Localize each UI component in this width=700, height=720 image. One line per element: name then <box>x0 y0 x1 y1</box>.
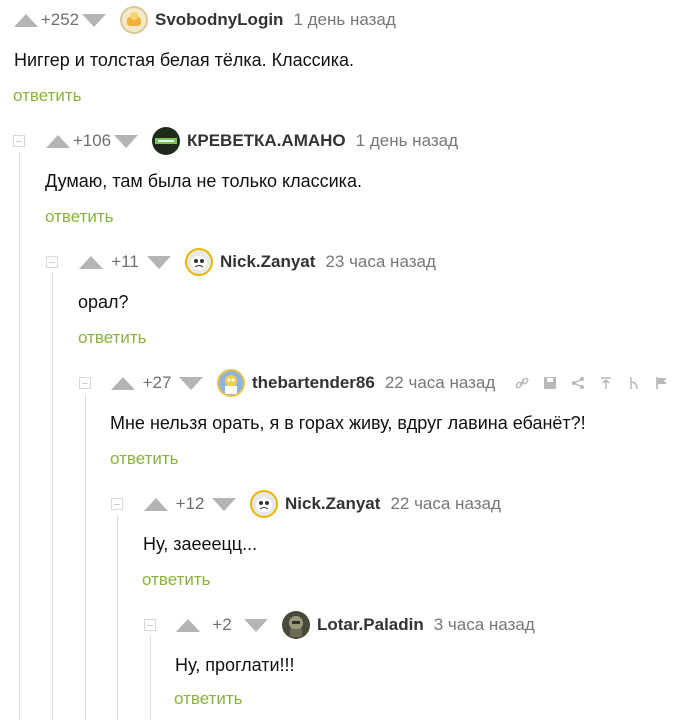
upvote-icon[interactable] <box>14 13 38 27</box>
collapse-toggle-icon[interactable] <box>46 256 58 268</box>
comment-text: орал? <box>78 292 129 312</box>
comment-rating: +27 <box>142 373 172 392</box>
comment-time[interactable]: 22 часа назад <box>390 494 500 514</box>
reply-link[interactable]: ответить <box>13 86 82 106</box>
comment-time[interactable]: 1 день назад <box>356 131 458 151</box>
collapse-toggle-icon[interactable] <box>111 498 123 510</box>
comment-rating: +11 <box>111 252 139 271</box>
thread-line[interactable] <box>85 394 86 720</box>
avatar[interactable] <box>120 6 148 34</box>
collapse-toggle-icon[interactable] <box>144 619 156 631</box>
downvote-icon[interactable] <box>244 618 268 632</box>
thread-line[interactable] <box>117 515 118 720</box>
thread-line[interactable] <box>150 636 151 720</box>
comment-rating: +252 <box>40 10 80 29</box>
comment-header: +252 SvobodnyLogin 1 день назад <box>14 0 396 40</box>
comment-header: +106 КРЕВЕТКА.АМАНО 1 день назад <box>46 121 458 161</box>
reply-link[interactable]: ответить <box>78 328 147 348</box>
reply-link[interactable]: ответить <box>142 570 211 590</box>
upvote-icon[interactable] <box>111 376 135 390</box>
report-flag-icon[interactable] <box>655 376 669 390</box>
reply-link[interactable]: ответить <box>174 689 243 709</box>
upvote-icon[interactable] <box>46 134 70 148</box>
author-name[interactable]: Nick.Zanyat <box>285 494 380 514</box>
comment-header: +2 Lotar.Paladin 3 часа назад <box>176 605 535 645</box>
comment-header: +12 Nick.Zanyat 22 часа назад <box>144 484 501 524</box>
downvote-icon[interactable] <box>212 497 236 511</box>
comment-time[interactable]: 22 часа назад <box>385 373 495 393</box>
avatar[interactable] <box>250 490 278 518</box>
comment-rating: +106 <box>72 131 112 150</box>
avatar-image <box>155 138 177 144</box>
reply-link[interactable]: ответить <box>45 207 114 227</box>
comment-tools <box>515 376 669 390</box>
collapse-toggle-icon[interactable] <box>79 377 91 389</box>
comment-text: Мне нельзя орать, я в горах живу, вдруг … <box>110 413 586 433</box>
parent-comment-icon[interactable] <box>599 376 613 390</box>
author-name[interactable]: Nick.Zanyat <box>220 252 315 272</box>
comment-time[interactable]: 23 часа назад <box>325 252 435 272</box>
upvote-icon[interactable] <box>176 618 200 632</box>
upvote-icon[interactable] <box>79 255 103 269</box>
comment-time[interactable]: 3 часа назад <box>434 615 535 635</box>
avatar-image <box>225 375 237 394</box>
comment-rating: +2 <box>212 615 232 634</box>
avatar[interactable] <box>152 127 180 155</box>
avatar-image <box>127 12 141 26</box>
avatar[interactable] <box>185 248 213 276</box>
upvote-icon[interactable] <box>144 497 168 511</box>
avatar[interactable] <box>217 369 245 397</box>
author-name[interactable]: thebartender86 <box>252 373 375 393</box>
avatar-image <box>191 256 207 270</box>
downvote-icon[interactable] <box>147 255 171 269</box>
author-name[interactable]: SvobodnyLogin <box>155 10 283 30</box>
share-icon[interactable] <box>571 376 585 390</box>
author-name[interactable]: КРЕВЕТКА.АМАНО <box>187 131 346 151</box>
thread-line[interactable] <box>19 152 20 720</box>
collapse-toggle-icon[interactable] <box>13 135 25 147</box>
avatar-image <box>289 616 303 637</box>
downvote-icon[interactable] <box>179 376 203 390</box>
downvote-icon[interactable] <box>82 13 106 27</box>
comment-rating: +12 <box>175 494 205 513</box>
reply-link[interactable]: ответить <box>110 449 179 469</box>
thread-line[interactable] <box>52 273 53 720</box>
avatar-image <box>256 498 272 512</box>
avatar[interactable] <box>282 611 310 639</box>
comment-text: Думаю, там была не только классика. <box>45 171 362 191</box>
link-icon[interactable] <box>515 376 529 390</box>
save-icon[interactable] <box>543 376 557 390</box>
comment-header: +11 Nick.Zanyat 23 часа назад <box>79 242 436 282</box>
downvote-icon[interactable] <box>114 134 138 148</box>
comment-text: Ну, заееецц... <box>143 534 258 554</box>
comment-header: +27 thebartender86 22 часа назад <box>111 363 669 403</box>
comment-text: Ниггер и толстая белая тёлка. Классика. <box>14 50 354 70</box>
author-name[interactable]: Lotar.Paladin <box>317 615 424 635</box>
comment-time[interactable]: 1 день назад <box>293 10 395 30</box>
comment-text: Ну, проглати!!! <box>175 655 295 675</box>
branch-icon[interactable] <box>627 376 641 390</box>
